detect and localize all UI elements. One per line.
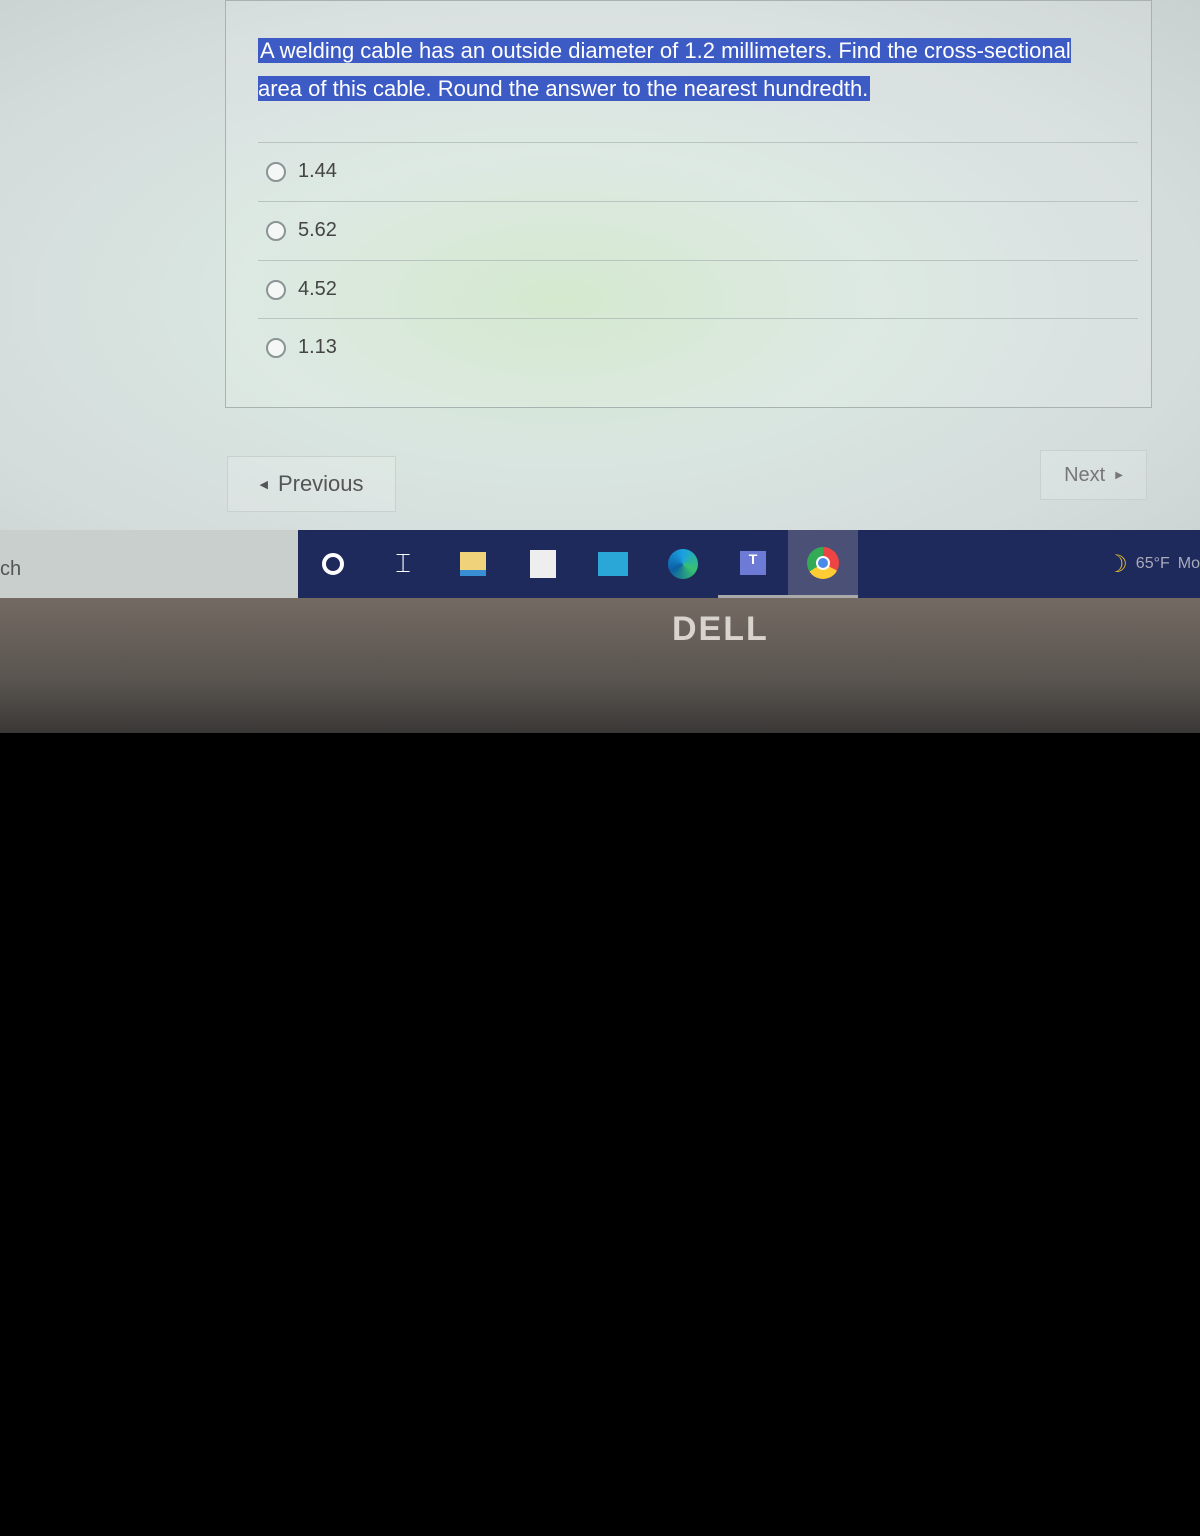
cortana-icon[interactable]: [298, 530, 368, 598]
dell-logo: DELL: [672, 610, 769, 648]
question-text: A welding cable has an outside diameter …: [258, 38, 1071, 101]
edge-icon[interactable]: [648, 530, 718, 598]
caret-right-icon: ▶: [1115, 469, 1123, 481]
radio-icon[interactable]: [266, 161, 286, 182]
taskbar: ⌶ T ☽ 65°F Mo: [298, 530, 1200, 598]
file-explorer-icon[interactable]: [438, 530, 508, 598]
chrome-icon[interactable]: [788, 530, 858, 598]
caret-left-icon: ◀: [259, 478, 268, 491]
option-1[interactable]: 1.44: [258, 142, 1138, 200]
screen: A welding cable has an outside diameter …: [0, 0, 1200, 600]
teams-icon[interactable]: T: [718, 530, 788, 598]
store-icon[interactable]: [508, 530, 578, 598]
taskbar-search[interactable]: ch: [0, 530, 298, 598]
mail-icon[interactable]: [578, 530, 648, 598]
weather-widget[interactable]: ☽ 65°F Mo: [1106, 550, 1200, 579]
option-2[interactable]: 5.62: [258, 201, 1138, 259]
radio-icon[interactable]: [266, 337, 286, 358]
option-3[interactable]: 4.52: [258, 260, 1138, 318]
radio-icon[interactable]: [266, 279, 286, 300]
radio-icon[interactable]: [266, 220, 286, 241]
laptop-bezel: [0, 598, 1200, 733]
next-button[interactable]: Next ▶: [1040, 450, 1147, 500]
moon-icon: ☽: [1106, 550, 1128, 578]
previous-button[interactable]: ◀ Previous: [227, 456, 396, 512]
task-view-icon[interactable]: ⌶: [368, 530, 438, 598]
option-4[interactable]: 1.13: [258, 318, 1138, 376]
